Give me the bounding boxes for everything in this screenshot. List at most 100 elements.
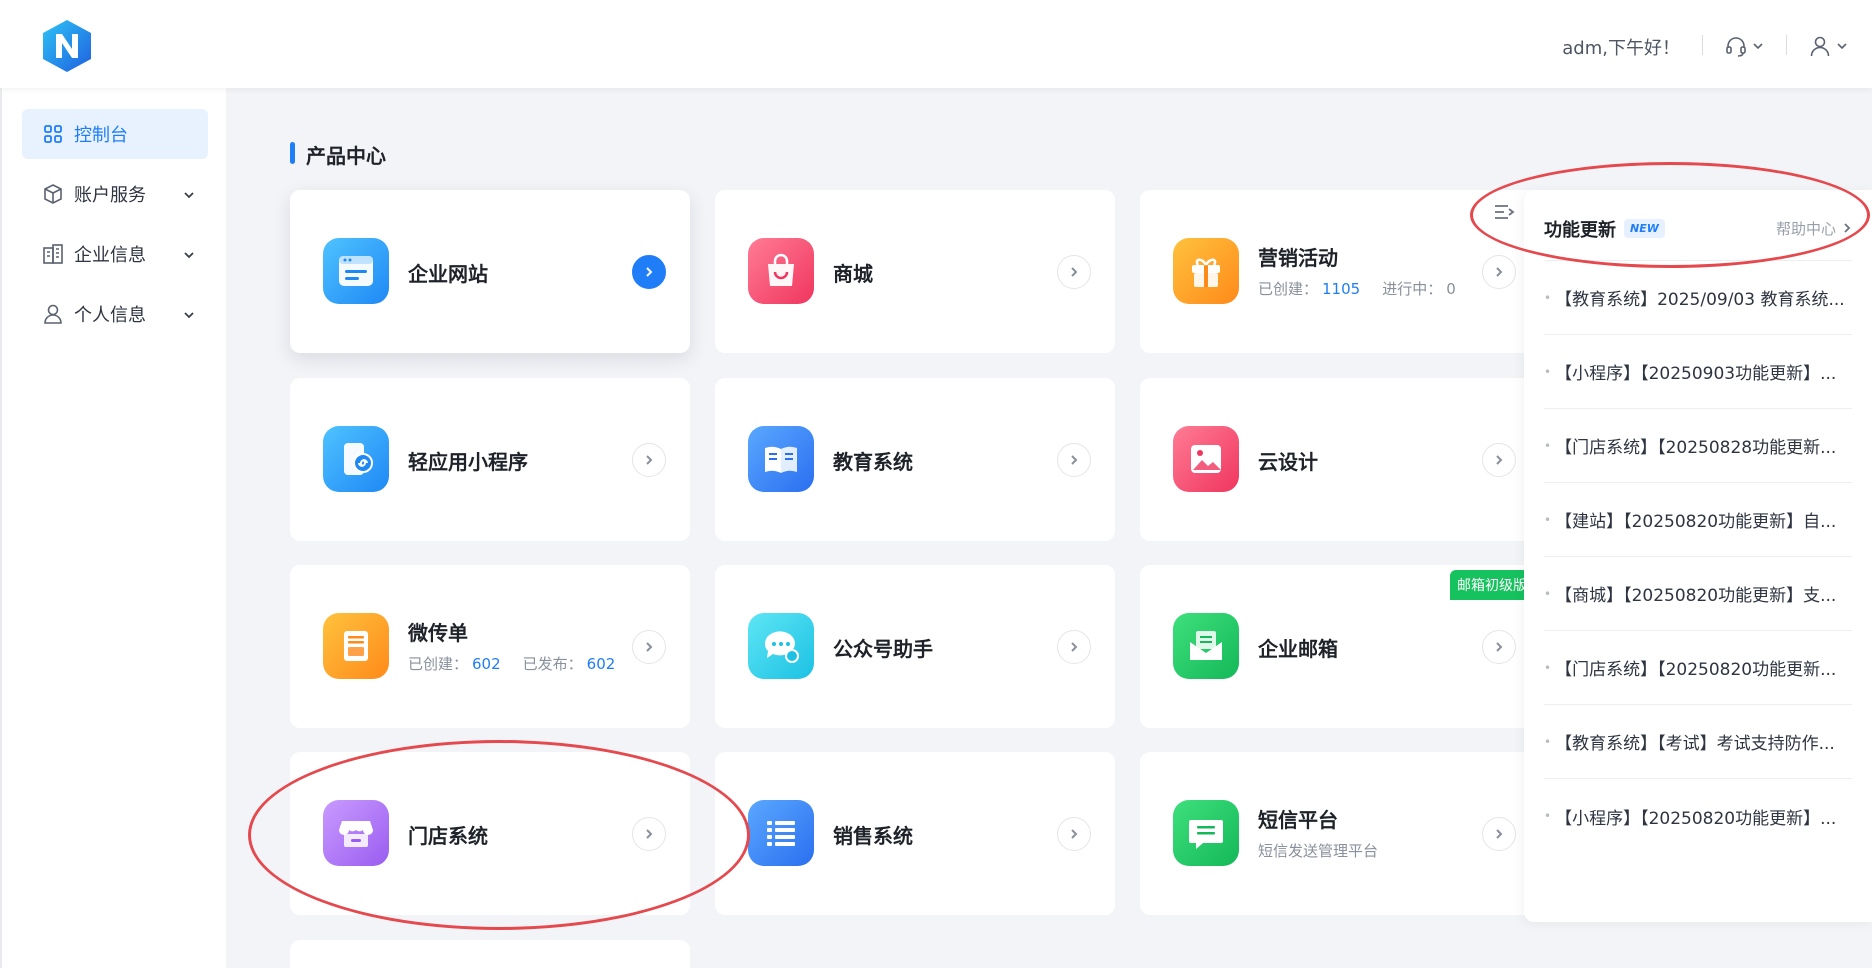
chevron-right-icon[interactable] [632,443,666,477]
sidebar-item-console[interactable]: 控制台 [22,109,208,159]
sidebar-item-personal-info[interactable]: 个人信息 [22,289,208,339]
chevron-down-icon [1752,40,1764,52]
card-title: 微传单 [408,621,468,645]
user-icon [1808,34,1832,58]
support-menu-button[interactable] [1724,30,1764,62]
stat-label: 进行中： [1382,280,1443,298]
card-title: 云设计 [1258,450,1318,474]
card-title: 企业网站 [408,262,488,286]
stat-value: 602 [472,655,501,673]
chat-bubble-icon [748,613,814,679]
image-icon [1173,426,1239,492]
new-badge: NEW [1624,219,1665,238]
news-item[interactable]: • 【门店系统】【20250828功能更新... [1544,409,1852,483]
bullet-icon: • [1544,364,1552,379]
product-card-cloud-design[interactable]: 云设计 [1140,378,1540,541]
card-title: 教育系统 [833,450,913,474]
gift-icon [1173,238,1239,304]
news-text: 【商城】【20250820功能更新】支... [1555,586,1837,606]
mini-program-icon [323,426,389,492]
chevron-down-icon [1836,40,1848,52]
chevron-down-icon [182,186,196,207]
news-item[interactable]: • 【小程序】【20250903功能更新】... [1544,335,1852,409]
product-card-partial[interactable] [290,940,690,968]
stat-label: 已发布： [522,655,583,673]
card-title: 销售系统 [833,824,913,848]
card-title: 短信平台 [1258,808,1338,832]
news-item[interactable]: • 【建站】【20250820功能更新】自... [1544,483,1852,557]
news-item[interactable]: • 【小程序】【20250820功能更新】... [1544,779,1852,853]
header-divider [1702,35,1703,55]
headset-icon [1724,34,1748,58]
sidebar-item-label: 控制台 [74,125,128,146]
product-card-education[interactable]: 教育系统 [715,378,1115,541]
chevron-right-icon[interactable] [1057,255,1091,289]
product-card-sms[interactable]: 短信平台 短信发送管理平台 [1140,752,1540,915]
chevron-right-icon[interactable] [1482,255,1516,289]
product-card-flyer[interactable]: 微传单 已创建： 602 已发布： 602 [290,565,690,728]
news-text: 【门店系统】【20250828功能更新... [1555,438,1837,458]
top-header: adm,下午好！ [0,0,1872,88]
news-item[interactable]: • 【教育系统】【考试】考试支持防作... [1544,705,1852,779]
news-text: 【建站】【20250820功能更新】自... [1555,512,1837,532]
panel-title: 功能更新 [1544,220,1616,241]
mail-version-badge: 邮箱初级版 [1450,570,1534,600]
news-text: 【教育系统】【考试】考试支持防作... [1555,734,1835,754]
bullet-icon: • [1544,290,1552,305]
mail-icon [1173,613,1239,679]
sidebar-item-account-services[interactable]: 账户服务 [22,169,208,219]
bullet-icon: • [1544,438,1552,453]
chevron-right-icon[interactable] [1482,817,1516,851]
bullet-icon: • [1544,809,1552,823]
news-text: 【教育系统】2025/09/03 教育系统... [1555,290,1845,310]
chevron-right-icon[interactable] [1057,443,1091,477]
card-stats: 已创建： 602 已发布： 602 [408,653,637,674]
user-greeting: adm,下午好！ [1562,38,1680,59]
help-center-label: 帮助中心 [1775,220,1836,238]
updates-panel: 功能更新 NEW 帮助中心 • 【教育系统】2025/09/03 教育系统... … [1524,190,1872,922]
product-card-website[interactable]: 企业网站 [290,190,690,353]
chevron-right-icon[interactable] [1057,630,1091,664]
product-card-official-account[interactable]: 公众号助手 [715,565,1115,728]
chevron-right-icon[interactable] [632,255,666,289]
chevron-down-icon [182,306,196,327]
stat-value: 602 [586,655,616,673]
sidebar-item-label: 账户服务 [74,185,146,206]
dashboard-grid-icon [42,123,64,145]
sidebar-item-label: 企业信息 [74,245,146,266]
chevron-right-icon [1842,220,1852,238]
chevron-right-icon[interactable] [632,630,666,664]
website-icon [323,238,389,304]
product-card-store-system[interactable]: 门店系统 [290,752,690,915]
news-text: 【小程序】【20250820功能更新】... [1555,808,1837,829]
sidebar-item-label: 个人信息 [74,305,146,326]
user-menu-button[interactable] [1808,30,1848,62]
card-title: 公众号助手 [833,637,933,661]
collapse-panel-icon[interactable] [1492,200,1516,224]
bullet-icon: • [1544,660,1552,675]
message-icon [1173,800,1239,866]
card-description: 短信发送管理平台 [1258,842,1379,860]
flyer-icon [323,613,389,679]
product-card-mini-program[interactable]: 轻应用小程序 [290,378,690,541]
news-item[interactable]: • 【门店系统】【20250820功能更新... [1544,631,1852,705]
sidebar: 控制台 账户服务 企业信息 个人信息 [0,88,226,968]
news-text: 【小程序】【20250903功能更新】... [1555,364,1837,384]
news-item[interactable]: • 【教育系统】2025/09/03 教育系统... [1544,261,1852,335]
product-card-mall[interactable]: 商城 [715,190,1115,353]
stat-value: 0 [1446,280,1456,298]
product-card-sales-system[interactable]: 销售系统 [715,752,1115,915]
chevron-right-icon[interactable] [1057,817,1091,851]
stat-label: 已创建： [408,655,469,673]
sidebar-item-company-info[interactable]: 企业信息 [22,229,208,279]
brand-logo[interactable] [40,18,94,74]
building-icon [42,243,64,265]
book-icon [748,426,814,492]
card-title: 轻应用小程序 [408,450,528,474]
news-item[interactable]: • 【商城】【20250820功能更新】支... [1544,557,1852,631]
help-center-link[interactable]: 帮助中心 [1776,218,1852,239]
chevron-right-icon[interactable] [1482,630,1516,664]
product-card-marketing[interactable]: 营销活动 已创建： 1105 进行中： 0 [1140,190,1540,353]
chevron-right-icon[interactable] [1482,443,1516,477]
chevron-right-icon[interactable] [632,817,666,851]
